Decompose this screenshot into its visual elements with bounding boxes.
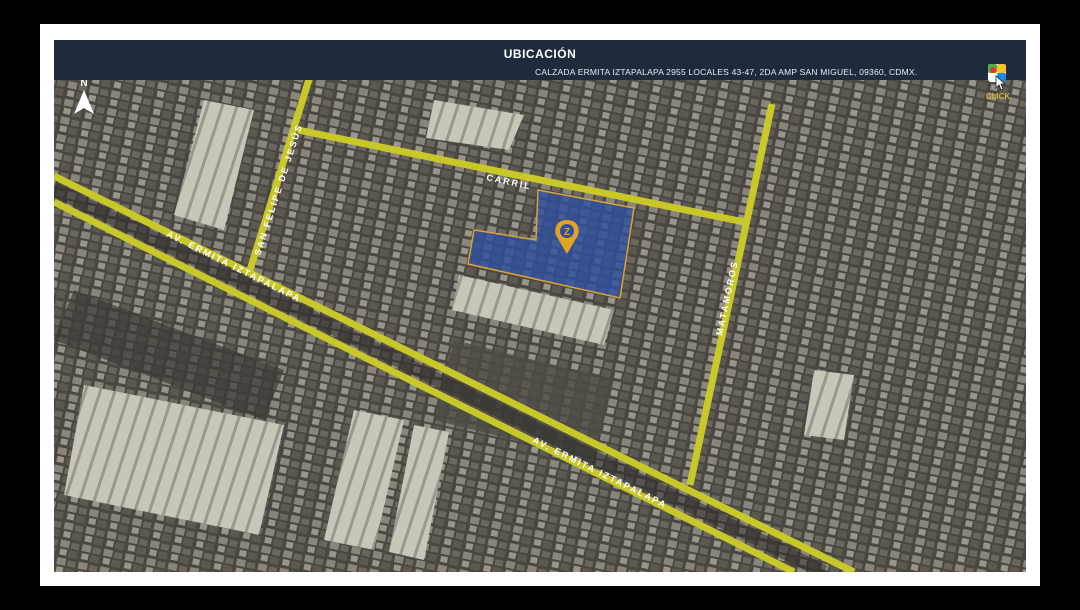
click-label: CLICK: [985, 92, 1011, 101]
map-canvas: Z CARRIL SAN FELIPE DE JESÚS AV. ERMITA …: [54, 40, 1026, 572]
location-header: UBICACIÓN CALZADA ERMITA IZTAPALAPA 2955…: [54, 40, 1026, 101]
marker-label: Z: [564, 227, 570, 238]
aerial-map: Z CARRIL SAN FELIPE DE JESÚS AV. ERMITA …: [54, 40, 1026, 572]
google-maps-icon: [988, 64, 1007, 91]
compass: N: [72, 78, 96, 118]
north-arrow-icon: [74, 90, 94, 114]
open-google-maps-button[interactable]: CLICK: [980, 62, 1016, 106]
address-text: CALZADA ERMITA IZTAPALAPA 2955 LOCALES 4…: [535, 67, 918, 77]
page-title: UBICACIÓN: [503, 47, 577, 61]
